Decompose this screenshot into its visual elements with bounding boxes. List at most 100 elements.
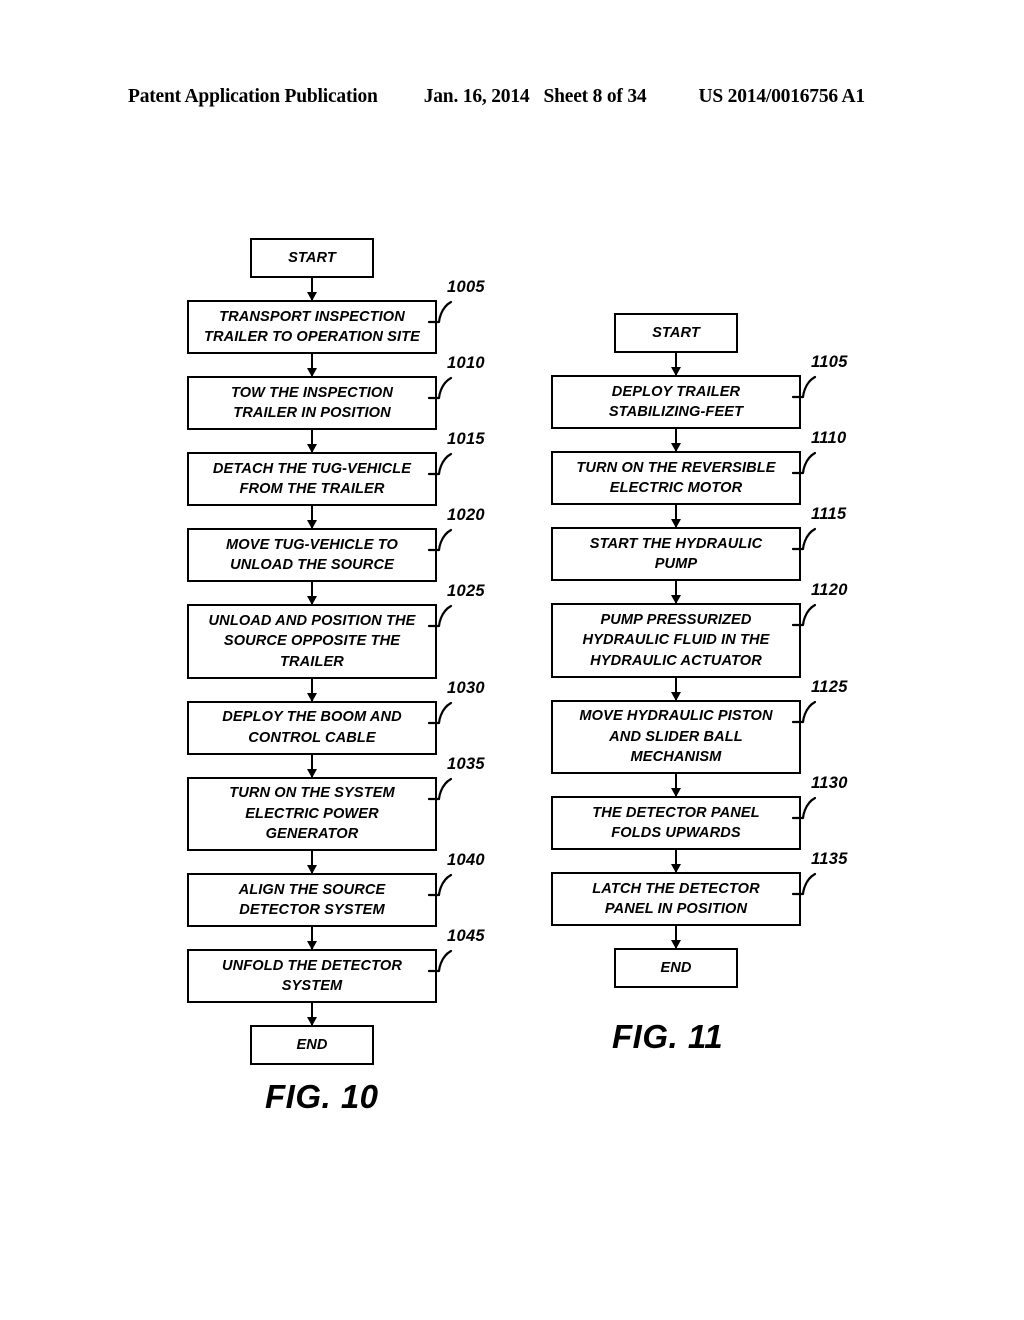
reference-numeral-1120: 1120 [811, 581, 848, 599]
leader-line [427, 777, 453, 800]
process-node-1010: TOW THE INSPECTION TRAILER IN POSITION [187, 376, 437, 430]
flowchart-10: START TRANSPORT INSPECTION TRAILER TO OPE… [180, 238, 510, 1065]
process-node-1020: MOVE TUG-VEHICLE TO UNLOAD THE SOURCE [187, 528, 437, 582]
node-label: END [660, 959, 692, 976]
start-node: START [250, 238, 374, 278]
publication-date: Jan. 16, 2014 [423, 86, 530, 107]
leader-line [427, 604, 453, 628]
leader-line [791, 451, 817, 475]
node-label: TURN ON THE REVERSIBLE ELECTRIC MOTOR [576, 459, 776, 497]
flow-arrow [674, 505, 678, 527]
process-node-1045: UNFOLD THE DETECTOR SYSTEM [187, 949, 437, 1003]
node-label: TRANSPORT INSPECTION TRAILER TO OPERATIO… [203, 308, 420, 346]
leader-line [427, 701, 453, 724]
node-label: THE DETECTOR PANEL FOLDS UPWARDS [592, 804, 760, 842]
flow-arrow [674, 677, 678, 700]
node-label: START [288, 249, 336, 266]
process-node-1015: DETACH THE TUG-VEHICLE FROM THE TRAILER [187, 452, 437, 506]
flow-arrow [310, 354, 314, 376]
leader-line [427, 452, 453, 476]
start-node: START [614, 313, 738, 353]
flow-arrow [674, 774, 678, 796]
flow-arrow [310, 851, 314, 873]
leader-line [791, 375, 817, 399]
leader-line [427, 528, 453, 552]
flow-arrow [310, 582, 314, 604]
leader-line [791, 700, 817, 723]
process-node-1120: PUMP PRESSURIZED HYDRAULIC FLUID IN THE … [551, 603, 801, 678]
flow-arrow [674, 926, 678, 948]
flow-arrow [674, 581, 678, 603]
node-label: MOVE TUG-VEHICLE TO UNLOAD THE SOURCE [226, 536, 398, 574]
process-node-1025: UNLOAD AND POSITION THE SOURCE OPPOSITE … [187, 604, 437, 679]
page-header: Patent Application Publication Jan. 16, … [128, 86, 896, 108]
leader-line [427, 376, 453, 400]
node-label: END [296, 1036, 328, 1053]
flow-arrow [674, 353, 678, 375]
flow-arrow [310, 506, 314, 528]
node-label: UNFOLD THE DETECTOR SYSTEM [222, 957, 402, 995]
node-label: START THE HYDRAULIC PUMP [589, 535, 763, 573]
leader-line [791, 603, 817, 627]
reference-numeral-1135: 1135 [811, 850, 848, 868]
node-label: ALIGN THE SOURCE DETECTOR SYSTEM [238, 881, 386, 919]
leader-line [427, 949, 453, 973]
node-label: UNLOAD AND POSITION THE SOURCE OPPOSITE … [208, 612, 416, 670]
process-node-1005: TRANSPORT INSPECTION TRAILER TO OPERATIO… [187, 300, 437, 354]
reference-numeral-1005: 1005 [447, 278, 485, 296]
reference-numeral-1115: 1115 [811, 505, 847, 523]
flow-arrow [310, 430, 314, 452]
reference-numeral-1125: 1125 [811, 677, 848, 696]
reference-numeral-1025: 1025 [447, 582, 485, 600]
reference-numeral-1110: 1110 [811, 429, 847, 447]
flow-arrow [310, 278, 314, 300]
figure-11-caption: FIG. 11 [612, 1018, 724, 1055]
process-node-1115: START THE HYDRAULIC PUMP [551, 527, 801, 581]
reference-numeral-1030: 1030 [447, 678, 485, 697]
reference-numeral-1015: 1015 [447, 430, 485, 448]
process-node-1125: MOVE HYDRAULIC PISTON AND SLIDER BALL ME… [551, 699, 801, 774]
leader-line [791, 872, 817, 896]
leader-line [427, 873, 453, 897]
sheet-number: Sheet 8 of 34 [543, 86, 647, 107]
reference-numeral-1020: 1020 [447, 506, 485, 524]
node-label: DEPLOY TRAILER STABILIZING-FEET [608, 383, 744, 421]
node-label: TURN ON THE SYSTEM ELECTRIC POWER GENERA… [229, 785, 395, 842]
reference-numeral-1130: 1130 [811, 774, 848, 792]
node-label: START [652, 324, 700, 341]
publication-label: Patent Application Publication [128, 86, 378, 107]
end-node: END [250, 1025, 374, 1065]
flowchart-11: START DEPLOY TRAILER STABILIZING-FEET 1105… [544, 313, 874, 988]
leader-line [791, 527, 817, 551]
node-label: LATCH THE DETECTOR PANEL IN POSITION [592, 880, 760, 918]
process-node-1130: THE DETECTOR PANEL FOLDS UPWARDS [551, 796, 801, 850]
flow-arrow [310, 927, 314, 949]
node-label: DEPLOY THE BOOM AND CONTROL CABLE [222, 709, 402, 746]
reference-numeral-1035: 1035 [447, 754, 485, 773]
flow-arrow [310, 754, 314, 777]
process-node-1030: DEPLOY THE BOOM AND CONTROL CABLE [187, 700, 437, 755]
reference-numeral-1040: 1040 [447, 851, 485, 869]
figure-10-caption: FIG. 10 [265, 1078, 379, 1115]
reference-numeral-1105: 1105 [811, 353, 848, 371]
flow-arrow [310, 1003, 314, 1025]
process-node-1035: TURN ON THE SYSTEM ELECTRIC POWER GENERA… [187, 776, 437, 851]
reference-numeral-1045: 1045 [447, 927, 485, 945]
process-node-1110: TURN ON THE REVERSIBLE ELECTRIC MOTOR [551, 451, 801, 505]
process-node-1135: LATCH THE DETECTOR PANEL IN POSITION [551, 872, 801, 926]
leader-line [427, 300, 453, 324]
flow-arrow [310, 678, 314, 701]
flow-arrow [674, 429, 678, 451]
figure-10: START TRANSPORT INSPECTION TRAILER TO OPE… [180, 238, 510, 1065]
node-label: DETACH THE TUG-VEHICLE FROM THE TRAILER [212, 460, 412, 498]
process-node-1105: DEPLOY TRAILER STABILIZING-FEET [551, 375, 801, 429]
figure-11: START DEPLOY TRAILER STABILIZING-FEET 1105… [544, 313, 874, 988]
reference-numeral-1010: 1010 [447, 354, 485, 372]
flow-arrow [674, 850, 678, 872]
node-label: TOW THE INSPECTION TRAILER IN POSITION [230, 384, 394, 422]
leader-line [791, 796, 817, 820]
patent-number: US 2014/0016756 A1 [698, 86, 865, 107]
node-label: PUMP PRESSURIZED HYDRAULIC FLUID IN THE … [582, 611, 770, 669]
node-label: MOVE HYDRAULIC PISTON AND SLIDER BALL ME… [579, 708, 773, 765]
end-node: END [614, 948, 738, 988]
